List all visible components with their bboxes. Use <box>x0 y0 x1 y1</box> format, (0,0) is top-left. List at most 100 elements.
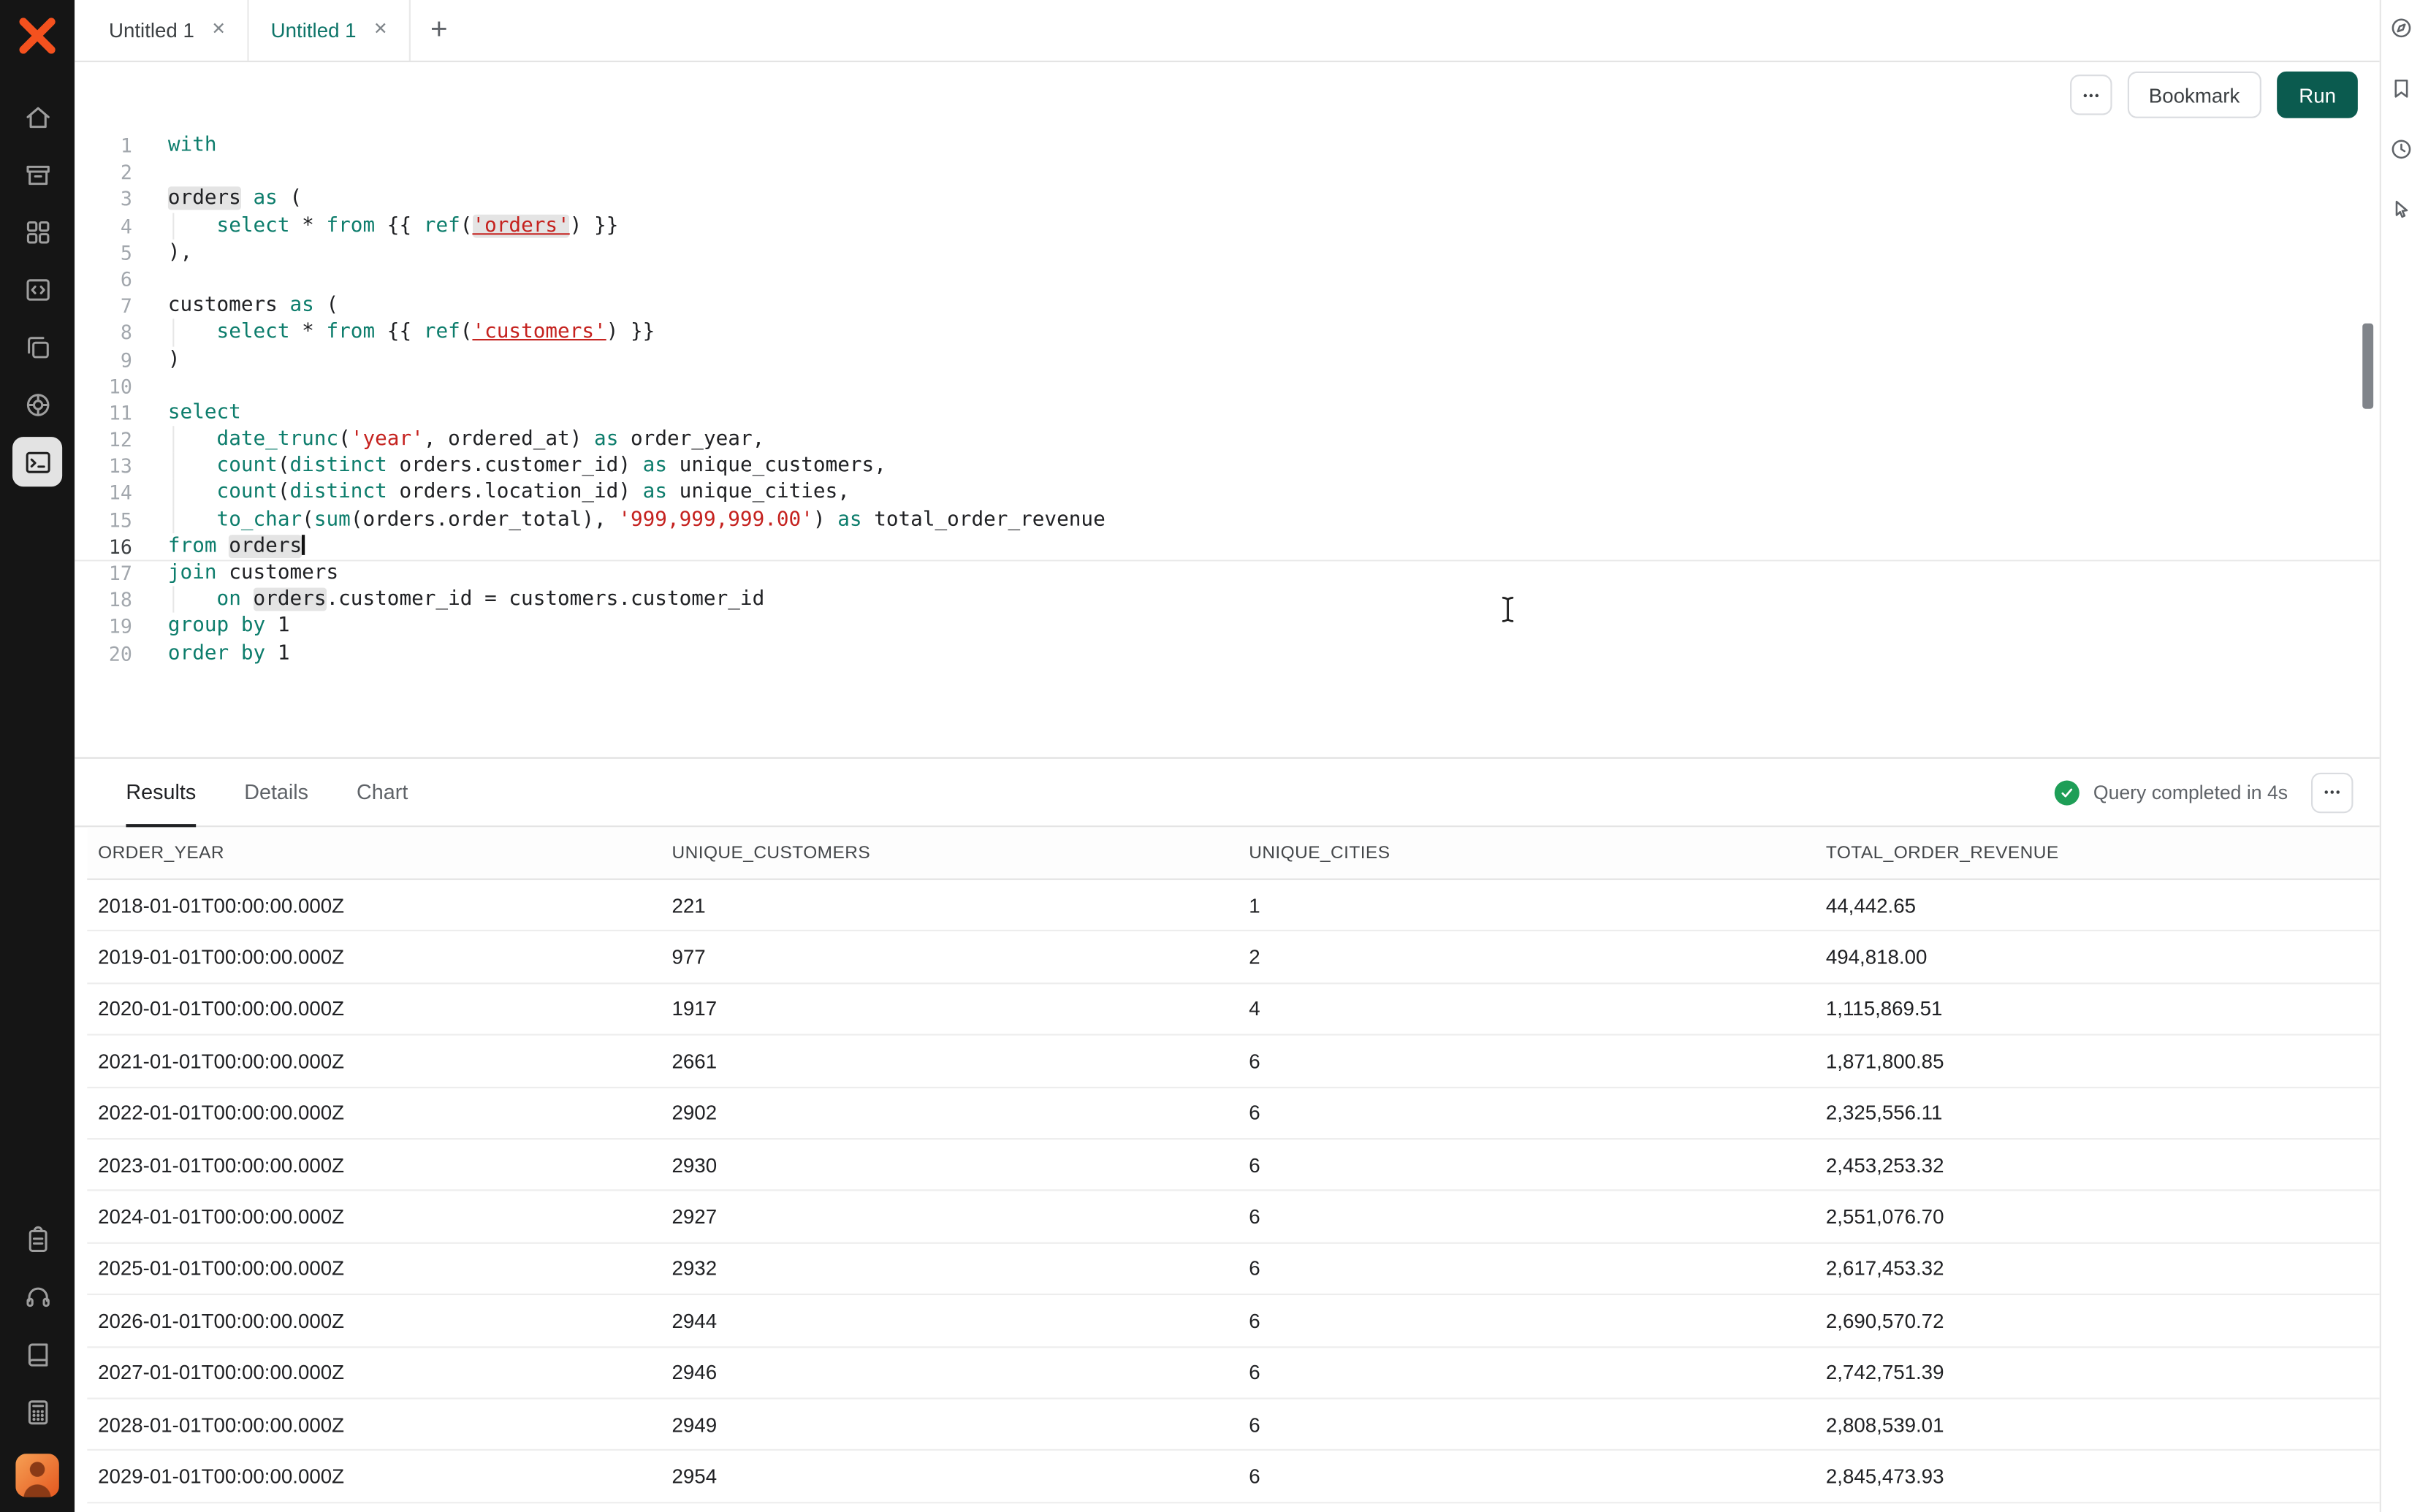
user-avatar[interactable] <box>15 1454 59 1497</box>
column-header[interactable]: TOTAL_ORDER_REVENUE <box>1815 844 2380 863</box>
table-cell[interactable]: 2930 <box>661 1153 1238 1177</box>
editor-scrollbar-thumb[interactable] <box>2362 324 2373 409</box>
code-line-5[interactable]: 5), <box>75 239 2379 266</box>
tab-untitled-2[interactable]: Untitled 1 ✕ <box>249 0 411 61</box>
table-cell[interactable]: 6 <box>1238 1205 1815 1229</box>
code-line-10[interactable]: 10 <box>75 373 2379 400</box>
table-cell[interactable]: 2025-01-01T00:00:00.000Z <box>87 1257 661 1280</box>
bookmark-button[interactable]: Bookmark <box>2127 72 2261 118</box>
table-cell[interactable]: 2,453,253.32 <box>1815 1153 2380 1177</box>
table-cell[interactable]: 2,808,539.01 <box>1815 1413 2380 1436</box>
table-cell[interactable]: 2022-01-01T00:00:00.000Z <box>87 1101 661 1125</box>
table-cell[interactable]: 2954 <box>661 1465 1238 1488</box>
table-row[interactable]: 2024-01-01T00:00:00.000Z292762,551,076.7… <box>87 1191 2379 1243</box>
table-cell[interactable]: 494,818.00 <box>1815 945 2380 969</box>
table-cell[interactable]: 6 <box>1238 1413 1815 1436</box>
home-icon[interactable] <box>12 92 62 142</box>
table-cell[interactable]: 1,871,800.85 <box>1815 1049 2380 1072</box>
code-line-2[interactable]: 2 <box>75 159 2379 186</box>
book-icon[interactable] <box>12 1329 62 1379</box>
table-cell[interactable]: 221 <box>661 893 1238 917</box>
table-cell[interactable]: 2949 <box>661 1413 1238 1436</box>
table-cell[interactable]: 6 <box>1238 1309 1815 1332</box>
table-cell[interactable]: 6 <box>1238 1257 1815 1280</box>
clipboard-icon[interactable] <box>12 1214 62 1264</box>
table-cell[interactable]: 1917 <box>661 997 1238 1020</box>
table-row[interactable]: 2023-01-01T00:00:00.000Z293062,453,253.3… <box>87 1139 2379 1191</box>
table-row[interactable]: 2021-01-01T00:00:00.000Z266161,871,800.8… <box>87 1036 2379 1088</box>
table-cell[interactable]: 2024-01-01T00:00:00.000Z <box>87 1205 661 1229</box>
tab-untitled-1[interactable]: Untitled 1 ✕ <box>87 0 249 61</box>
code-line-17[interactable]: 17join customers <box>75 560 2379 587</box>
table-cell[interactable]: 2,325,556.11 <box>1815 1101 2380 1125</box>
code-editor-icon[interactable] <box>12 264 62 314</box>
paradime-logo-icon[interactable] <box>14 12 61 59</box>
table-row[interactable]: 2020-01-01T00:00:00.000Z191741,115,869.5… <box>87 984 2379 1036</box>
code-line-8[interactable]: 8 select * from {{ ref('customers') }} <box>75 319 2379 346</box>
table-row[interactable]: 2027-01-01T00:00:00.000Z294662,742,751.3… <box>87 1347 2379 1399</box>
history-icon[interactable] <box>2386 135 2414 163</box>
code-line-7[interactable]: 7customers as ( <box>75 292 2379 319</box>
code-line-14[interactable]: 14 count(distinct orders.location_id) as… <box>75 480 2379 507</box>
table-cell[interactable]: 2946 <box>661 1361 1238 1384</box>
cursor-icon[interactable] <box>2386 196 2414 224</box>
code-line-19[interactable]: 19group by 1 <box>75 613 2379 640</box>
code-line-12[interactable]: 12 date_trunc('year', ordered_at) as ord… <box>75 426 2379 453</box>
warehouse-icon[interactable] <box>12 149 62 199</box>
close-tab-icon[interactable]: ✕ <box>211 22 226 39</box>
table-cell[interactable]: 2027-01-01T00:00:00.000Z <box>87 1361 661 1384</box>
table-cell[interactable]: 2661 <box>661 1049 1238 1072</box>
table-cell[interactable]: 44,442.65 <box>1815 893 2380 917</box>
code-line-6[interactable]: 6 <box>75 266 2379 293</box>
windows-icon[interactable] <box>12 322 62 372</box>
run-button[interactable]: Run <box>2277 72 2357 118</box>
more-options-button[interactable] <box>2069 75 2111 115</box>
table-cell[interactable]: 4 <box>1238 997 1815 1020</box>
table-cell[interactable]: 2 <box>1238 945 1815 969</box>
code-line-9[interactable]: 9) <box>75 346 2379 373</box>
table-cell[interactable]: 2,742,751.39 <box>1815 1361 2380 1384</box>
table-cell[interactable]: 6 <box>1238 1361 1815 1384</box>
code-line-3[interactable]: 3orders as ( <box>75 186 2379 213</box>
table-cell[interactable]: 2,690,570.72 <box>1815 1309 2380 1332</box>
new-tab-button[interactable]: + <box>411 0 468 61</box>
code-line-11[interactable]: 11select <box>75 400 2379 427</box>
column-header[interactable]: UNIQUE_CITIES <box>1238 844 1815 863</box>
table-cell[interactable]: 6 <box>1238 1465 1815 1488</box>
tab-results[interactable]: Results <box>126 759 196 826</box>
table-cell[interactable]: 6 <box>1238 1101 1815 1125</box>
table-row[interactable]: 2028-01-01T00:00:00.000Z294962,808,539.0… <box>87 1399 2379 1451</box>
sql-editor[interactable]: 1with23orders as (4 select * from {{ ref… <box>75 128 2379 757</box>
table-cell[interactable]: 2019-01-01T00:00:00.000Z <box>87 945 661 969</box>
code-line-20[interactable]: 20order by 1 <box>75 640 2379 667</box>
table-row[interactable]: 2025-01-01T00:00:00.000Z293262,617,453.3… <box>87 1243 2379 1295</box>
table-cell[interactable]: 2020-01-01T00:00:00.000Z <box>87 997 661 1020</box>
results-more-button[interactable] <box>2311 772 2353 812</box>
table-cell[interactable]: 977 <box>661 945 1238 969</box>
table-cell[interactable]: 2,845,473.93 <box>1815 1465 2380 1488</box>
tab-chart[interactable]: Chart <box>357 759 408 826</box>
terminal-icon[interactable] <box>12 437 62 486</box>
copilot-icon[interactable] <box>2386 14 2414 42</box>
bookmark-icon[interactable] <box>2386 75 2414 102</box>
lifebuoy-icon[interactable] <box>12 379 62 429</box>
table-row[interactable]: 2019-01-01T00:00:00.000Z9772494,818.00 <box>87 932 2379 984</box>
table-cell[interactable]: 2927 <box>661 1205 1238 1229</box>
table-cell[interactable]: 1,115,869.51 <box>1815 997 2380 1020</box>
column-header[interactable]: UNIQUE_CUSTOMERS <box>661 844 1238 863</box>
table-row[interactable]: 2030-01-01T00:00:00.000Z287961,841,049.3… <box>87 1503 2379 1512</box>
table-row[interactable]: 2029-01-01T00:00:00.000Z295462,845,473.9… <box>87 1451 2379 1503</box>
table-row[interactable]: 2018-01-01T00:00:00.000Z221144,442.65 <box>87 880 2379 932</box>
tab-details[interactable]: Details <box>244 759 308 826</box>
apps-icon[interactable] <box>12 207 62 256</box>
table-cell[interactable]: 2018-01-01T00:00:00.000Z <box>87 893 661 917</box>
code-line-18[interactable]: 18 on orders.customer_id = customers.cus… <box>75 587 2379 614</box>
calculator-icon[interactable] <box>12 1387 62 1437</box>
table-cell[interactable]: 2021-01-01T00:00:00.000Z <box>87 1049 661 1072</box>
table-cell[interactable]: 2023-01-01T00:00:00.000Z <box>87 1153 661 1177</box>
table-cell[interactable]: 2029-01-01T00:00:00.000Z <box>87 1465 661 1488</box>
table-cell[interactable]: 6 <box>1238 1049 1815 1072</box>
table-cell[interactable]: 2,617,453.32 <box>1815 1257 2380 1280</box>
table-cell[interactable]: 1 <box>1238 893 1815 917</box>
table-cell[interactable]: 2944 <box>661 1309 1238 1332</box>
